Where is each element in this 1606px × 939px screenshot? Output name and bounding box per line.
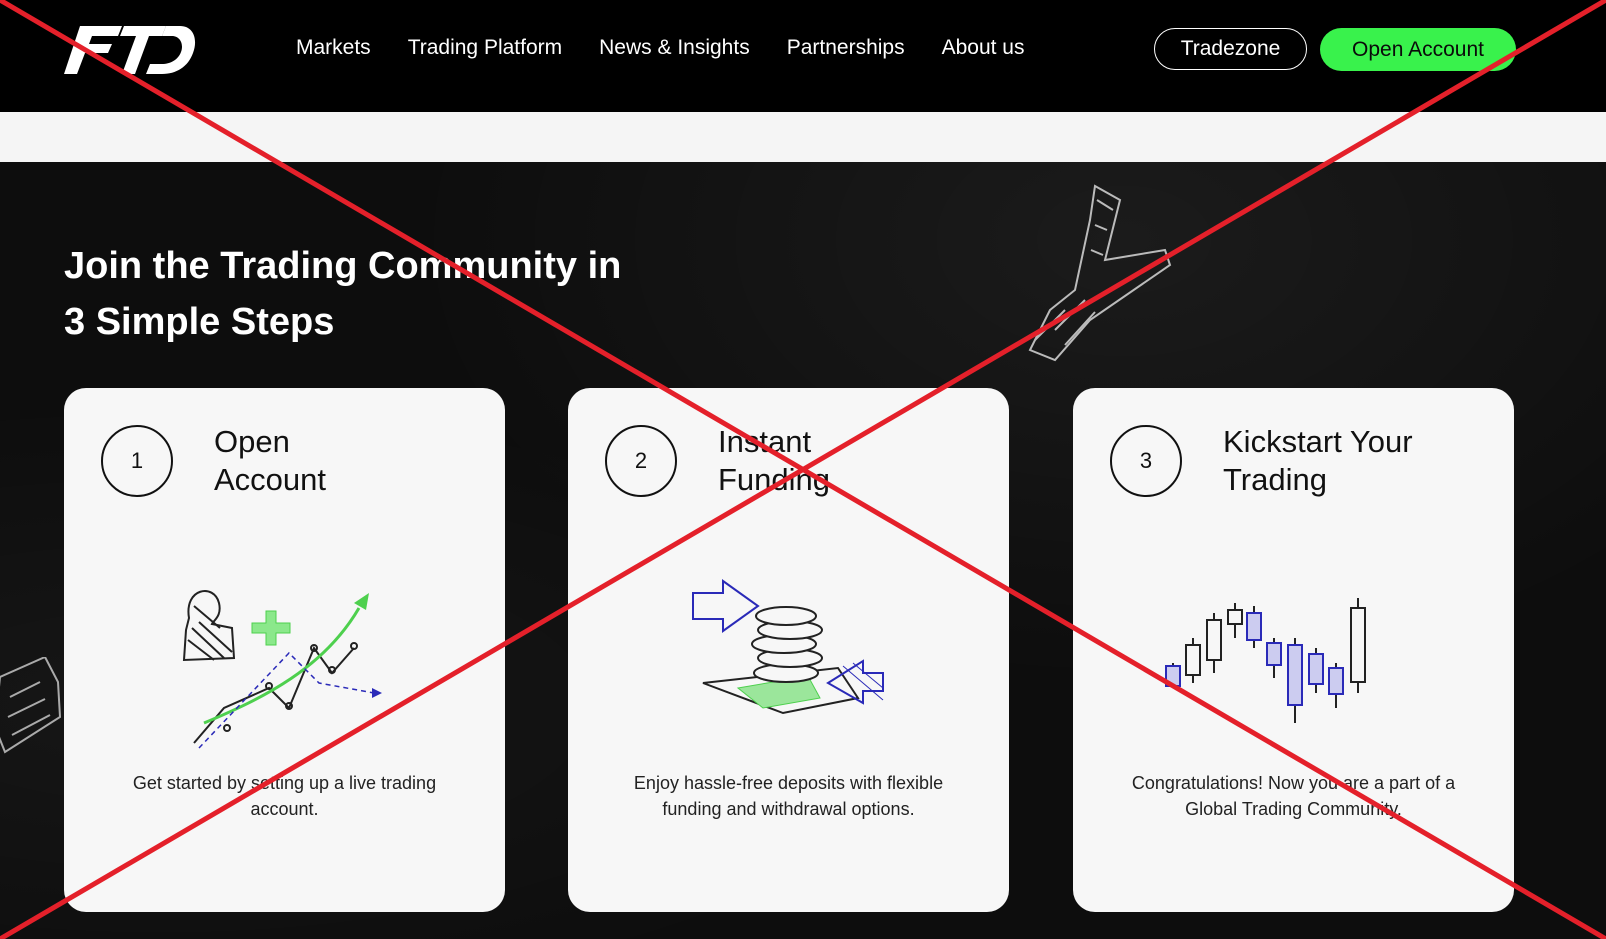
heading-line-2: 3 Simple Steps (64, 301, 335, 343)
step-description: Congratulations! Now you are a part of a… (1131, 773, 1456, 819)
nav-trading-platform[interactable]: Trading Platform (408, 36, 562, 60)
sketch-eraser-illustration (0, 657, 62, 754)
candlestick-illustration (1165, 598, 1366, 723)
step-title: Open Account (214, 423, 484, 499)
nav-about-us[interactable]: About us (942, 36, 1025, 60)
main-nav: Markets Trading Platform News & Insights… (296, 36, 1062, 60)
open-account-illustration (182, 590, 382, 749)
step-number-badge: 2 (605, 425, 677, 497)
step-title-line-2: Account (214, 462, 327, 497)
steps-section: Join the Trading Community in 3 Simple S… (0, 162, 1606, 939)
step-description: Get started by setting up a live trading… (132, 773, 437, 819)
step-card-instant-funding: 2 Instant Funding Enjoy hassle-free depo… (568, 388, 1009, 912)
nav-partnerships[interactable]: Partnerships (787, 36, 905, 60)
step-title-line-2: Funding (718, 462, 831, 497)
step-card-kickstart-trading: 3 Kickstart Your Trading Congratulations… (1073, 388, 1514, 912)
step-title-line-1: Instant (718, 424, 812, 459)
step-number-badge: 1 (101, 425, 173, 497)
step-title: Instant Funding (718, 423, 988, 499)
nav-news-insights[interactable]: News & Insights (599, 36, 750, 60)
tradezone-button[interactable]: Tradezone (1154, 28, 1307, 70)
step-title-line-1: Kickstart Your (1223, 424, 1413, 459)
ftd-logo[interactable] (62, 22, 196, 78)
light-strip (0, 112, 1606, 162)
step-title-line-1: Open (214, 424, 290, 459)
section-heading: Join the Trading Community in 3 Simple S… (64, 238, 724, 350)
heading-line-1: Join the Trading Community in (64, 245, 622, 287)
step-description: Enjoy hassle-free deposits with flexible… (633, 773, 944, 819)
step-title: Kickstart Your Trading (1223, 423, 1493, 499)
open-account-button[interactable]: Open Account (1320, 28, 1516, 71)
step-card-open-account: 1 Open Account Get started by setting up… (64, 388, 505, 912)
step-title-line-2: Trading (1223, 462, 1327, 497)
nav-markets[interactable]: Markets (296, 36, 371, 60)
funding-illustration (692, 579, 884, 715)
top-header: Markets Trading Platform News & Insights… (0, 0, 1606, 112)
step-number-badge: 3 (1110, 425, 1182, 497)
sketch-pen-illustration (1028, 184, 1172, 362)
